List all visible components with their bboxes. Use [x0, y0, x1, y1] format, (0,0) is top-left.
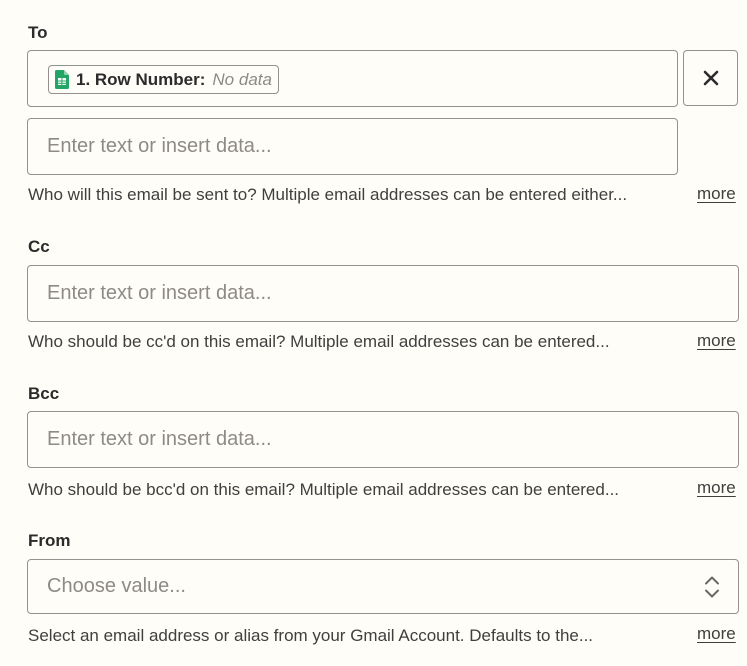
cc-more-link[interactable]: more — [697, 331, 736, 351]
chevron-up-down-icon — [704, 575, 720, 599]
bcc-input-placeholder: Enter text or insert data... — [47, 428, 272, 450]
from-label: From — [28, 531, 71, 550]
to-help-text: Who will this email be sent to? Multiple… — [28, 185, 628, 204]
remove-button[interactable] — [683, 50, 738, 106]
close-icon — [703, 70, 719, 86]
chip-field-value: No data — [212, 69, 272, 89]
from-select-placeholder: Choose value... — [47, 575, 186, 597]
to-field[interactable]: 1. Row Number: No data — [27, 50, 678, 107]
row-number-chip[interactable]: 1. Row Number: No data — [48, 65, 279, 94]
bcc-input[interactable]: Enter text or insert data... — [27, 411, 739, 468]
bcc-more-link[interactable]: more — [697, 478, 736, 498]
bcc-label: Bcc — [28, 384, 60, 403]
from-more-link[interactable]: more — [697, 624, 736, 644]
bcc-help-text: Who should be bcc'd on this email? Multi… — [28, 480, 620, 499]
cc-input-placeholder: Enter text or insert data... — [47, 282, 272, 304]
google-sheets-icon — [55, 70, 69, 89]
cc-help-text: Who should be cc'd on this email? Multip… — [28, 332, 610, 351]
cc-input[interactable]: Enter text or insert data... — [27, 265, 739, 322]
to-label: To — [28, 23, 48, 42]
from-select[interactable]: Choose value... — [27, 559, 739, 614]
from-help-text: Select an email address or alias from yo… — [28, 626, 594, 645]
chip-field-name: 1. Row Number: — [76, 69, 206, 89]
to-more-link[interactable]: more — [697, 184, 736, 204]
to-input[interactable]: Enter text or insert data... — [27, 118, 678, 175]
to-input-placeholder: Enter text or insert data... — [47, 135, 272, 157]
cc-label: Cc — [28, 237, 50, 256]
